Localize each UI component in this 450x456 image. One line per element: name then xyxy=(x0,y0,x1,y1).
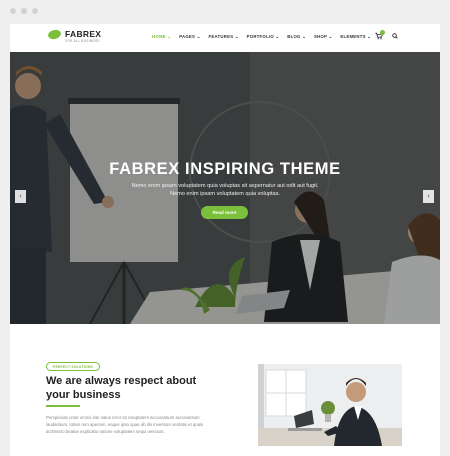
window-dot xyxy=(21,8,27,14)
window-dot xyxy=(32,8,38,14)
heading-divider xyxy=(46,405,80,407)
site-header: FABREX FOR ALL BUSINESS HOME ⌄ PAGES ⌄ F… xyxy=(10,24,440,52)
about-paragraph: Perspiciatis unde omnis iste natus error… xyxy=(46,415,204,434)
brand-name: FABREX xyxy=(65,29,102,39)
nav-item-features[interactable]: FEATURES ⌄ xyxy=(208,34,238,40)
brand-tagline: FOR ALL BUSINESS xyxy=(65,39,100,43)
cart-count-badge xyxy=(380,30,385,35)
about-heading: We are always respect about your busines… xyxy=(46,375,197,401)
hero-description: Nemo enim ipsam voluptatem quia voluptas… xyxy=(131,183,319,197)
main-nav: HOME ⌄ PAGES ⌄ FEATURES ⌄ PORTFOLIO ⌄ BL… xyxy=(152,34,379,40)
about-image xyxy=(258,364,402,446)
hero-title: FABREX INSPIRING THEME xyxy=(109,160,341,178)
section-tag: PERFECT SOLUTIONS xyxy=(46,362,100,371)
nav-item-portfolio[interactable]: PORTFOLIO ⌄ xyxy=(247,34,280,40)
search-icon[interactable] xyxy=(392,33,398,39)
browser-frame: FABREX FOR ALL BUSINESS HOME ⌄ PAGES ⌄ F… xyxy=(0,0,450,456)
read-more-button[interactable]: Read more xyxy=(201,206,248,219)
nav-item-blog[interactable]: BLOG ⌄ xyxy=(287,34,306,40)
window-controls xyxy=(10,8,38,14)
web-page: FABREX FOR ALL BUSINESS HOME ⌄ PAGES ⌄ F… xyxy=(10,24,440,456)
window-dot xyxy=(10,8,16,14)
nav-item-shop[interactable]: SHOP ⌄ xyxy=(314,34,332,40)
leaf-logo-icon xyxy=(47,28,62,41)
nav-item-home[interactable]: HOME ⌄ xyxy=(152,34,171,40)
hero-slider: FABREX INSPIRING THEME Nemo enim ipsam v… xyxy=(10,52,440,324)
slider-next-arrow-icon[interactable]: › xyxy=(423,190,434,203)
logo[interactable]: FABREX xyxy=(47,28,102,41)
slider-prev-arrow-icon[interactable]: ‹ xyxy=(15,190,26,203)
nav-item-pages[interactable]: PAGES ⌄ xyxy=(179,34,200,40)
office-photo xyxy=(258,364,402,446)
nav-item-elements[interactable]: ELEMENTS ⌄ xyxy=(340,34,371,40)
